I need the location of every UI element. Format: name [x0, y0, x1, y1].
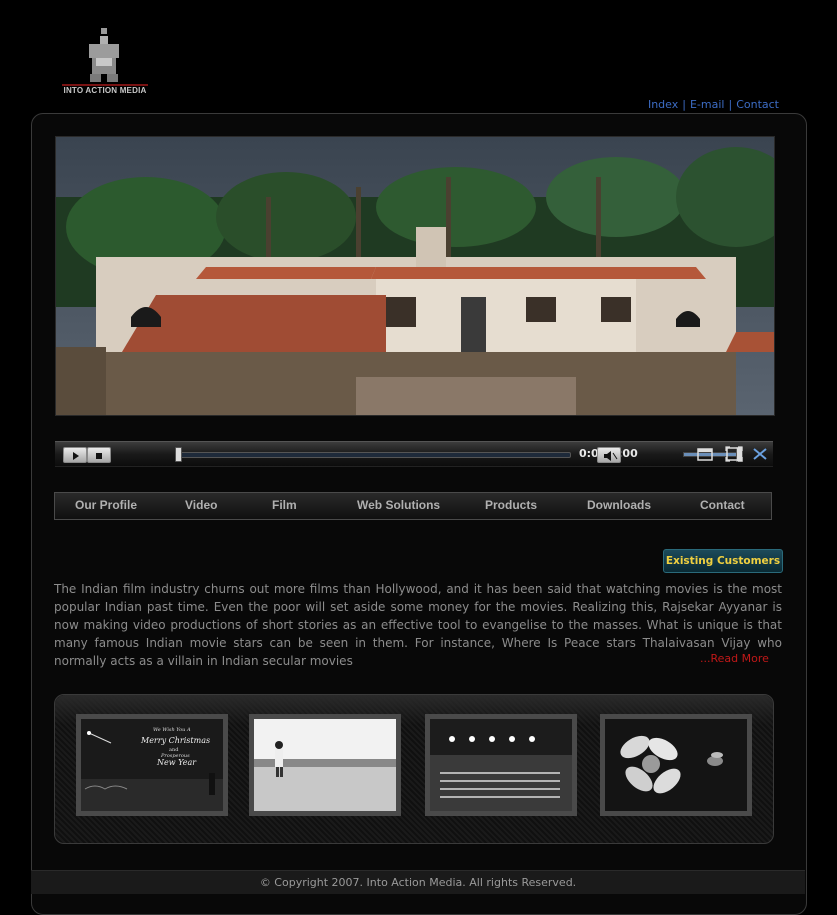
logo-figure-icon — [89, 28, 119, 82]
seek-handle[interactable] — [175, 447, 182, 462]
fullscreen-button[interactable] — [725, 446, 743, 466]
speaker-icon — [604, 451, 618, 461]
close-player-button[interactable] — [752, 446, 768, 466]
top-links: Index | E-mail | Contact — [648, 98, 779, 111]
fullscreen-icon — [725, 446, 743, 462]
contact-link[interactable]: Contact — [736, 98, 779, 111]
nav-our-profile[interactable]: Our Profile — [75, 498, 137, 512]
gallery-thumb-beach[interactable] — [249, 714, 401, 816]
window-mode-button[interactable] — [697, 446, 713, 466]
nav-film[interactable]: Film — [272, 498, 297, 512]
flower-bee-image — [605, 719, 747, 811]
logo-text: INTO ACTION MEDIA — [63, 86, 147, 95]
video-screen[interactable] — [55, 136, 775, 416]
gallery-thumb-lights[interactable] — [425, 714, 577, 816]
play-button[interactable] — [63, 447, 87, 463]
intro-paragraph: The Indian film industry churns out more… — [54, 582, 782, 668]
card-line-5: New Year — [156, 758, 197, 767]
existing-customers-button[interactable]: Existing Customers — [663, 549, 783, 573]
card-line-1: We Wish You A — [153, 727, 191, 733]
play-icon — [73, 452, 79, 460]
stop-button[interactable] — [87, 447, 111, 463]
video-player-controls: 0:00/0:00 — [55, 441, 773, 467]
email-link[interactable]: E-mail — [690, 98, 725, 111]
main-navigation: Our Profile Video Film Web Solutions Pro… — [54, 492, 772, 520]
nav-web-solutions[interactable]: Web Solutions — [357, 498, 440, 512]
gallery-thumb-christmas[interactable]: We Wish You A Merry Christmas and Prospe… — [76, 714, 228, 816]
link-separator: | — [682, 98, 686, 111]
nav-contact[interactable]: Contact — [700, 498, 745, 512]
read-more-link[interactable]: ...Read More — [700, 652, 769, 665]
nav-downloads[interactable]: Downloads — [587, 498, 651, 512]
mute-button[interactable] — [597, 447, 621, 463]
beach-walker-image — [254, 719, 396, 811]
stop-icon — [96, 453, 102, 459]
brand-logo[interactable]: INTO ACTION MEDIA — [62, 28, 148, 98]
footer-copyright: © Copyright 2007. Into Action Media. All… — [31, 870, 805, 894]
seek-track[interactable] — [177, 452, 571, 458]
link-separator: | — [728, 98, 733, 111]
nav-video[interactable]: Video — [185, 498, 217, 512]
index-link[interactable]: Index — [648, 98, 678, 111]
gallery-thumb-flower[interactable] — [600, 714, 752, 816]
video-frame-image — [56, 137, 774, 415]
christmas-card-image: We Wish You A Merry Christmas and Prospe… — [81, 719, 223, 811]
card-line-2: Merry Christmas — [140, 736, 210, 745]
nav-products[interactable]: Products — [485, 498, 537, 512]
window-icon — [697, 448, 713, 461]
night-lights-image — [430, 719, 572, 811]
close-icon — [753, 448, 767, 460]
